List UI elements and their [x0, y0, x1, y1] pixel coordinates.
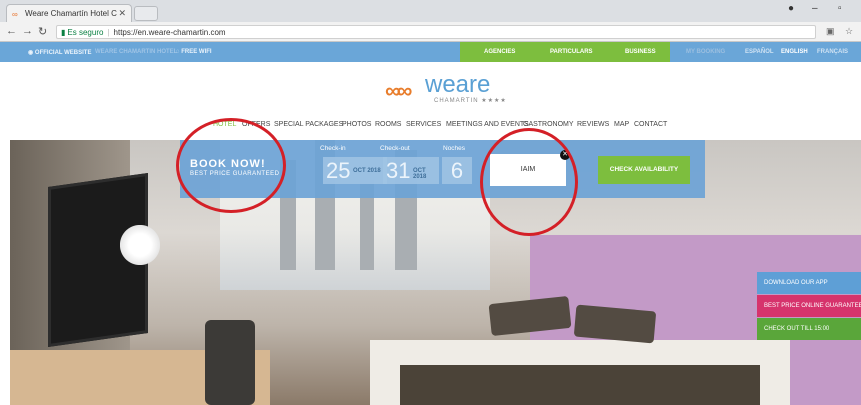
url-input[interactable]: ▮ Es seguro | https://en.weare-chamartin.co…: [56, 25, 816, 39]
checkout-month: OCT 2018: [413, 168, 427, 180]
flowers: [120, 225, 160, 265]
minimize-icon[interactable]: –: [812, 3, 818, 14]
annotation-circle-book-now: [176, 118, 286, 213]
best-price-tab[interactable]: BEST PRICE ONLINE GUARANTEED: [757, 295, 861, 317]
restore-icon[interactable]: ▫: [838, 3, 842, 14]
agencies-link[interactable]: AGENCIES: [484, 49, 515, 55]
lang-es-link[interactable]: ESPAÑOL: [745, 49, 774, 55]
checkin-date-field[interactable]: 25 OCT 2018: [323, 157, 387, 184]
free-wifi-label: ◌ FREE WIFI: [176, 49, 212, 55]
menu-item-contact[interactable]: CONTACT: [634, 121, 667, 128]
logo-text[interactable]: weare: [425, 71, 490, 99]
weare-favicon-icon: ∞: [12, 10, 18, 19]
lang-en-link[interactable]: ENGLISH: [781, 49, 808, 55]
menu-item-special-packages[interactable]: SPECIAL PACKAGES: [274, 121, 343, 128]
official-website-label: ◉ OFFICIAL WEBSITE: [28, 50, 92, 56]
profile-icon[interactable]: ●: [788, 3, 794, 14]
url-separator: |: [107, 28, 110, 37]
nights-label: Noches: [443, 145, 466, 152]
audience-nav: AGENCIES PARTICULARS BUSINESS: [460, 42, 670, 62]
checkout-time-tab[interactable]: CHECK OUT TILL 15:00: [757, 318, 861, 340]
logo-subtitle: CHAMARTIN ★★★★: [434, 98, 507, 104]
business-link[interactable]: BUSINESS: [625, 49, 656, 55]
lock-icon: ▮: [61, 28, 66, 37]
menu-item-photos[interactable]: PHOTOS: [342, 121, 371, 128]
new-tab-button[interactable]: [134, 6, 158, 21]
my-booking-link[interactable]: MY BOOKING: [686, 49, 725, 55]
hotel-name-label: WEARE CHAMARTIN HOTEL: [95, 49, 178, 55]
secure-label: Es seguro: [67, 28, 104, 37]
main-menu: HOTEL OFFERS SPECIAL PACKAGES PHOTOS ROO…: [0, 119, 861, 133]
logo-row: ∞∞ weare CHAMARTIN ★★★★: [0, 62, 861, 112]
back-icon[interactable]: ←: [6, 25, 17, 37]
browser-tab-title: Weare Chamartín Hotel C: [25, 9, 117, 18]
checkin-month: OCT 2018: [353, 168, 381, 174]
weare-logo-icon[interactable]: ∞∞: [385, 78, 412, 104]
checkin-label: Check-in: [320, 145, 346, 152]
lang-fr-link[interactable]: FRANÇAIS: [817, 49, 848, 55]
checkin-day: 25: [326, 158, 351, 183]
checkout-day: 31: [386, 158, 411, 183]
particulars-link[interactable]: PARTICULARS: [550, 49, 593, 55]
bookmark-star-icon[interactable]: ☆: [845, 26, 853, 37]
checkout-label: Check-out: [380, 145, 410, 152]
menu-item-gastronomy[interactable]: GASTRONOMY: [523, 121, 574, 128]
pillow: [573, 304, 657, 344]
bed-runner: [400, 365, 760, 405]
tab-close-icon[interactable]: ✕: [118, 8, 126, 19]
forward-icon[interactable]: →: [22, 25, 33, 37]
browser-tab-bar: ∞ Weare Chamartín Hotel C ✕ ● – ▫: [0, 0, 861, 22]
nights-field[interactable]: 6: [442, 157, 472, 184]
menu-item-meetings[interactable]: MEETINGS AND EVENTS: [446, 121, 529, 128]
check-availability-button[interactable]: CHECK AVAILABILITY: [598, 156, 690, 184]
annotation-circle-promo-code: [480, 128, 578, 236]
menu-item-services[interactable]: SERVICES: [406, 121, 441, 128]
translate-icon[interactable]: ▣: [826, 26, 835, 37]
menu-item-rooms[interactable]: ROOMS: [375, 121, 401, 128]
site-top-bar: ◉ OFFICIAL WEBSITE WEARE CHAMARTIN HOTEL…: [0, 42, 861, 62]
url-text: https://en.weare-chamartin.com: [113, 28, 226, 37]
chair: [205, 320, 255, 405]
menu-item-map[interactable]: MAP: [614, 121, 629, 128]
download-app-tab[interactable]: DOWNLOAD OUR APP: [757, 272, 861, 294]
menu-item-reviews[interactable]: REVIEWS: [577, 121, 609, 128]
browser-tab[interactable]: ∞ Weare Chamartín Hotel C ✕: [6, 4, 132, 22]
checkout-date-field[interactable]: 31 OCT 2018: [383, 157, 439, 184]
address-bar: ← → ↻ ▮ Es seguro | https://en.weare-chamar…: [0, 22, 861, 42]
reload-icon[interactable]: ↻: [38, 25, 47, 38]
